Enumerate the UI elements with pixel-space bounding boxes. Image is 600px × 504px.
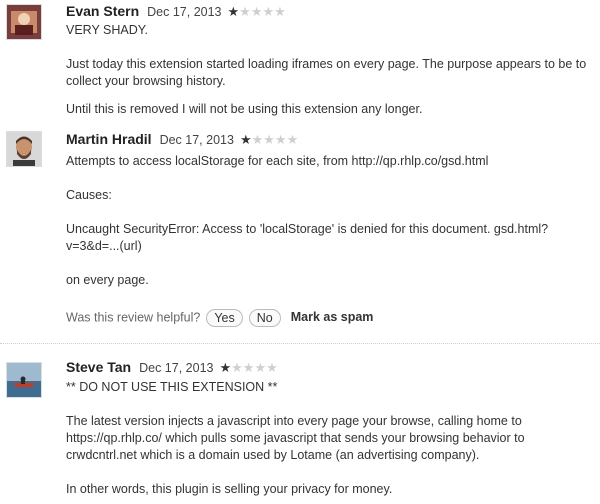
review-header: Martin Hradil Dec 17, 2013 ★★★★★ <box>66 131 298 149</box>
review-header: Steve Tan Dec 17, 2013 ★★★★★ <box>66 359 278 377</box>
star-empty-icon: ★ <box>262 4 275 19</box>
review-paragraph: VERY SHADY. <box>66 23 148 37</box>
star-empty-icon: ★ <box>266 360 278 375</box>
star-empty-icon: ★ <box>251 132 264 147</box>
review-paragraph: Just today this extension started loadin… <box>66 57 587 88</box>
rating-stars: ★★★★★ <box>240 132 298 148</box>
helpful-bar: Was this review helpful? Yes No Mark as spa… <box>66 309 373 327</box>
review-date: Dec 17, 2013 <box>139 361 214 375</box>
review-paragraph: Attempts to access localStorage for each… <box>66 154 489 168</box>
review-text: VERY SHADY. Just today this extension st… <box>66 22 591 118</box>
star-filled-icon: ★ <box>219 360 232 375</box>
helpful-prompt: Was this review helpful? <box>66 310 201 325</box>
star-empty-icon: ★ <box>274 132 287 147</box>
rating-stars: ★★★★★ <box>219 360 277 376</box>
divider <box>0 343 600 344</box>
star-empty-icon: ★ <box>239 4 251 19</box>
star-empty-icon: ★ <box>231 360 243 375</box>
avatar[interactable] <box>6 362 42 398</box>
review-paragraph: on every page. <box>66 273 149 287</box>
review-paragraph: Uncaught SecurityError: Access to 'local… <box>66 222 549 253</box>
review-paragraph: The latest version injects a javascript … <box>66 414 525 462</box>
star-empty-icon: ★ <box>263 132 275 147</box>
review-paragraph: ** DO NOT USE THIS EXTENSION ** <box>66 380 278 394</box>
review-header: Evan Stern Dec 17, 2013 ★★★★★ <box>66 3 286 21</box>
star-empty-icon: ★ <box>274 4 286 19</box>
avatar[interactable] <box>6 4 42 40</box>
mark-as-spam-link[interactable]: Mark as spam <box>291 310 374 324</box>
review-paragraph: Until this is removed I will not be usin… <box>66 102 423 116</box>
author-name[interactable]: Steve Tan <box>66 359 131 375</box>
review-date: Dec 17, 2013 <box>159 133 234 147</box>
author-name[interactable]: Evan Stern <box>66 3 139 19</box>
no-button[interactable]: No <box>248 309 281 327</box>
star-empty-icon: ★ <box>242 360 255 375</box>
avatar[interactable] <box>6 131 42 167</box>
rating-stars: ★★★★★ <box>228 4 286 20</box>
author-name[interactable]: Martin Hradil <box>66 131 152 147</box>
review-text: ** DO NOT USE THIS EXTENSION ** The late… <box>66 379 591 498</box>
star-filled-icon: ★ <box>239 132 252 147</box>
review-paragraph: Causes: <box>66 188 112 202</box>
review-paragraph: In other words, this plugin is selling y… <box>66 482 393 496</box>
yes-button[interactable]: Yes <box>206 309 243 327</box>
star-empty-icon: ★ <box>286 132 299 147</box>
review-date: Dec 17, 2013 <box>147 5 222 19</box>
star-filled-icon: ★ <box>227 4 240 19</box>
review-text: Attempts to access localStorage for each… <box>66 153 591 289</box>
star-empty-icon: ★ <box>254 360 267 375</box>
star-empty-icon: ★ <box>250 4 263 19</box>
